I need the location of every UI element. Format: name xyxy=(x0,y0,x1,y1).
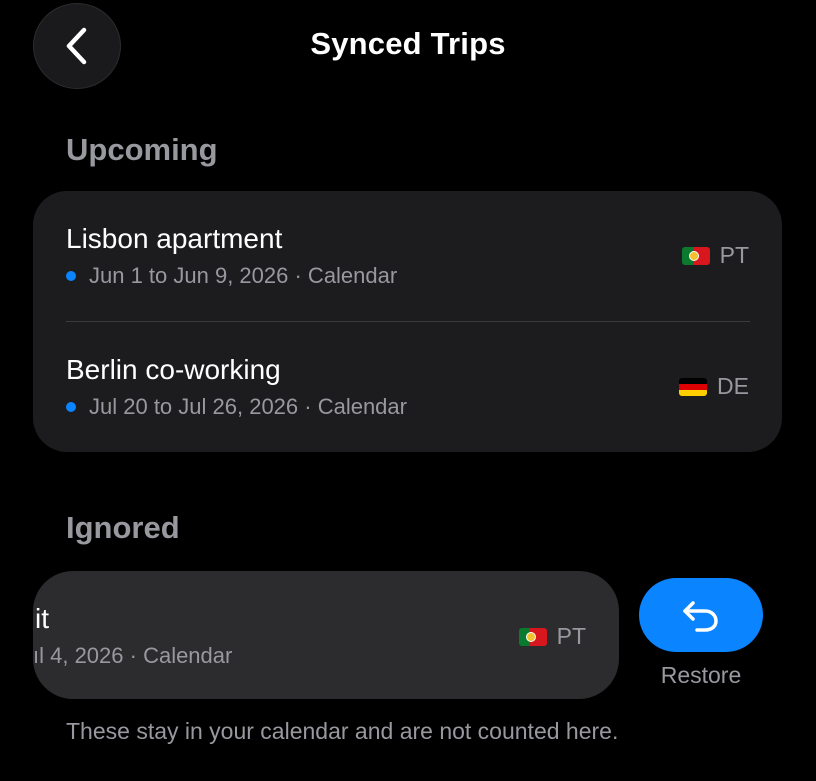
trip-row-lisbon[interactable]: Lisbon apartment Jun 1 to Jun 9, 2026 · … xyxy=(33,191,782,321)
country-code: PT xyxy=(719,242,749,268)
trip-dates-text: Jul 20 to Jul 26, 2026 · Calendar xyxy=(89,394,407,419)
page-title: Synced Trips xyxy=(310,26,506,61)
trip-dates: Jul 20 to Jul 26, 2026 · Calendar xyxy=(66,394,407,420)
germany-flag-icon xyxy=(679,377,708,396)
restore-button[interactable] xyxy=(639,578,763,652)
ignored-trip-row-swiped[interactable]: it ıl 4, 2026 · Calendar PT xyxy=(33,571,619,699)
trip-dates-text: Jun 1 to Jun 9, 2026 · Calendar xyxy=(89,263,398,288)
country-code: PT xyxy=(556,623,586,649)
country-code: DE xyxy=(717,373,749,399)
section-header-upcoming: Upcoming xyxy=(66,132,218,167)
ignored-footnote: These stay in your calendar and are not … xyxy=(66,718,619,744)
portugal-flag-icon xyxy=(681,246,710,265)
trip-title: Lisbon apartment xyxy=(66,223,283,254)
trip-dates: Jun 1 to Jun 9, 2026 · Calendar xyxy=(66,263,397,289)
trip-country: DE xyxy=(679,373,749,400)
trip-row-berlin[interactable]: Berlin co-working Jul 20 to Jul 26, 2026… xyxy=(33,322,782,452)
calendar-dot-icon xyxy=(66,271,76,281)
trip-title: it xyxy=(35,603,49,634)
restore-label: Restore xyxy=(660,662,742,688)
synced-trips-screen: Synced Trips Upcoming Lisbon apartment J… xyxy=(0,0,816,781)
calendar-dot-icon xyxy=(66,402,76,412)
trip-dates-text: ıl 4, 2026 · Calendar xyxy=(33,643,233,668)
upcoming-trips-card: Lisbon apartment Jun 1 to Jun 9, 2026 · … xyxy=(33,191,782,452)
section-header-ignored: Ignored xyxy=(66,510,180,545)
trip-country: PT xyxy=(681,242,749,269)
portugal-flag-icon xyxy=(518,627,547,646)
trip-country: PT xyxy=(518,623,586,650)
trip-title: Berlin co-working xyxy=(66,354,281,385)
undo-arrow-icon xyxy=(683,601,718,632)
